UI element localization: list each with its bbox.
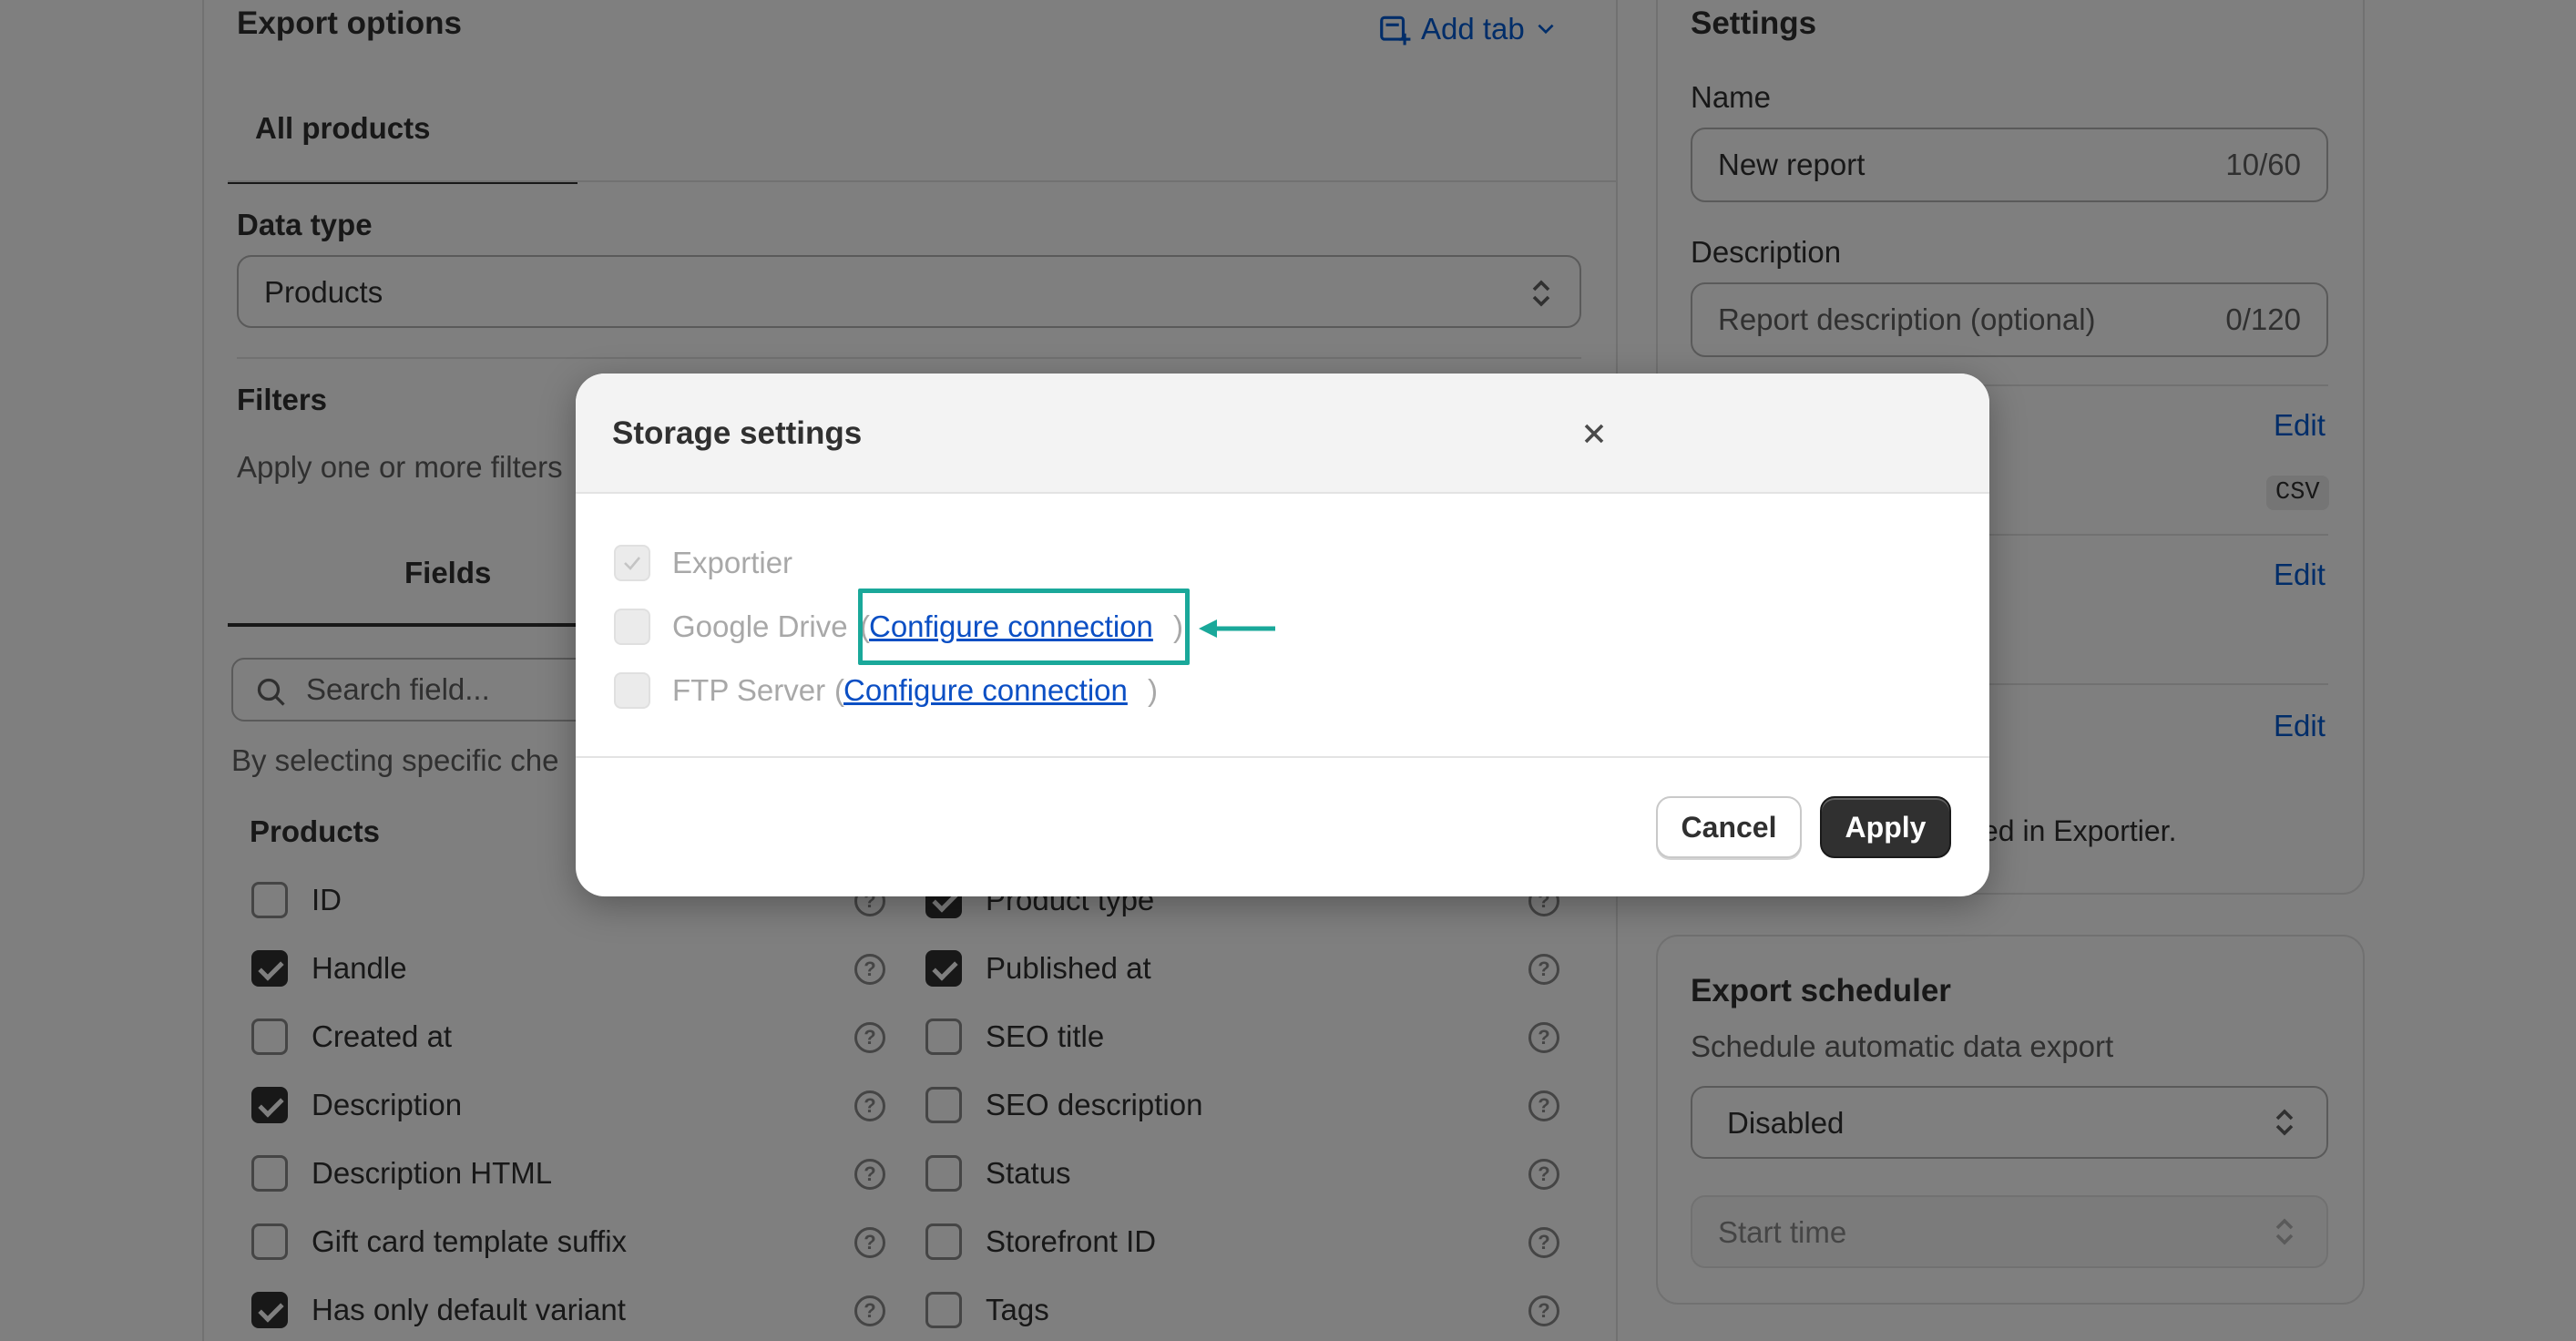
modal-footer: Cancel Apply [576,756,1989,896]
highlight-box [858,589,1190,665]
checkmark-icon [624,557,640,570]
option-label-ftp-server: FTP Server [672,673,826,707]
close-icon[interactable] [1578,417,1610,450]
paren-close: ) [1148,673,1158,707]
option-label-exportier: Exportier [672,546,793,579]
checkbox-exportier[interactable] [614,545,650,581]
apply-button[interactable]: Apply [1820,796,1951,858]
modal-title: Storage settings [612,415,863,451]
configure-connection-link-ftp-server[interactable]: Configure connection [843,672,1128,709]
storage-settings-modal: Storage settings Exportier Google Drive … [576,374,1989,896]
arrow-left-icon [1199,619,1275,638]
option-label-google-drive: Google Drive [672,609,848,643]
cancel-button[interactable]: Cancel [1656,796,1802,858]
modal-header: Storage settings [576,374,1989,494]
checkbox-ftp-server[interactable] [614,672,650,709]
checkbox-google-drive[interactable] [614,609,650,645]
